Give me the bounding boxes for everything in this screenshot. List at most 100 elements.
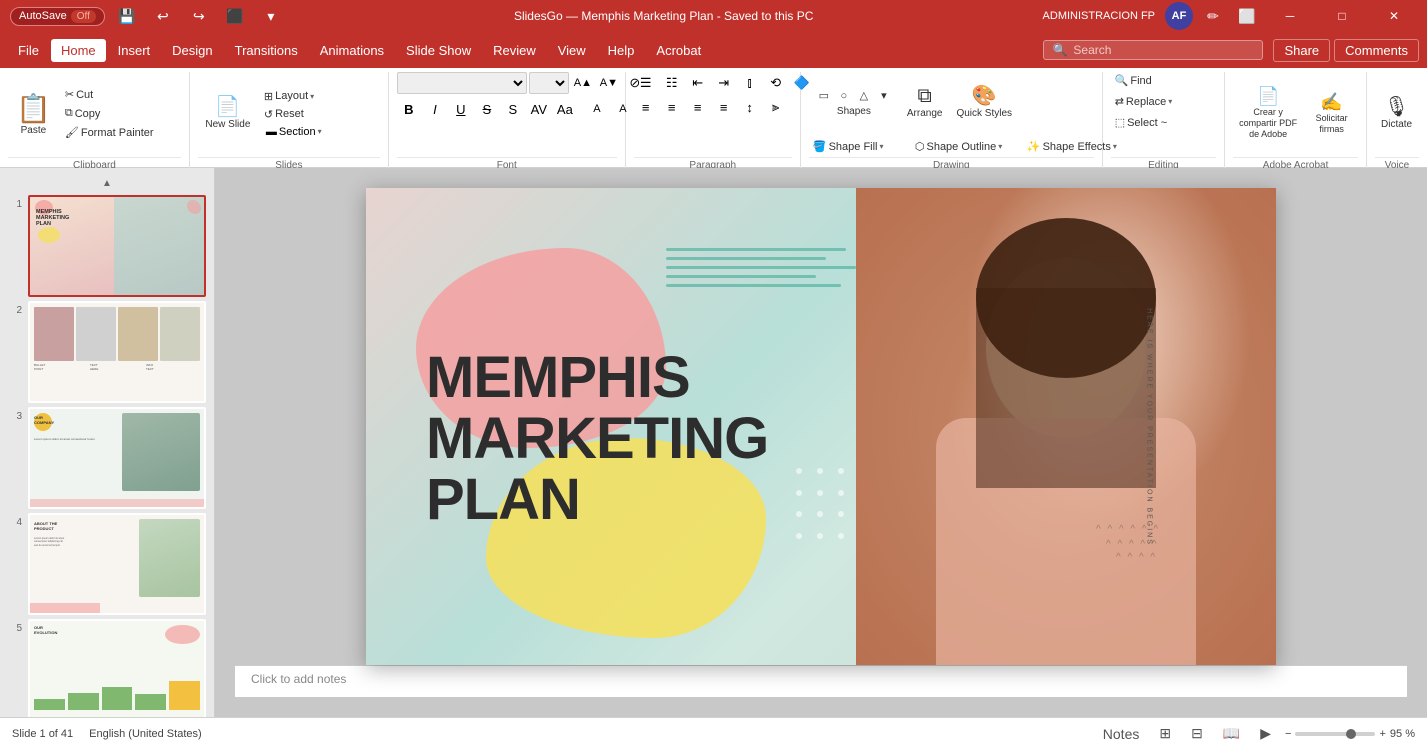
quick-styles-button[interactable]: 🎨 Quick Styles [950,72,1018,132]
slide-sorter-button[interactable]: ⊟ [1185,723,1209,744]
decrease-indent-button[interactable]: ⇤ [686,72,710,94]
arrange-button[interactable]: ⧉ Arrange [901,72,949,132]
shadow-button[interactable]: S [501,98,525,120]
slide-item-2[interactable]: 2 BULLETPOINT TEXTHERE INFOTEXT [0,301,214,403]
menu-review[interactable]: Review [483,39,546,62]
notes-bar[interactable]: Click to add notes [235,665,1407,697]
request-signatures-button[interactable]: ✍ Solicitar firmas [1305,84,1358,144]
zoom-in-icon[interactable]: + [1379,728,1385,740]
copy-button[interactable]: ⧉ Copy [61,105,181,122]
slide-item-3[interactable]: 3 OURCOMPANY Lorem ipsum dolor sit amet … [0,407,214,509]
add-remove-columns[interactable]: ⫸ [764,96,788,118]
shapes-button[interactable]: ▭ ○ △ ▾ Shapes [809,86,899,119]
menu-home[interactable]: Home [51,39,106,62]
char-spacing-button[interactable]: AV [527,98,551,120]
highlight-color-button[interactable]: A [585,98,609,120]
svg-text:^ ^ ^ ^: ^ ^ ^ ^ [1116,552,1157,562]
pen-icon[interactable]: ✏ [1199,5,1227,27]
menu-slideshow[interactable]: Slide Show [396,39,481,62]
presentation-view-button[interactable]: ⬛ [221,5,249,27]
menu-design[interactable]: Design [162,39,222,62]
avatar[interactable]: AF [1165,2,1193,30]
justify-button[interactable]: ≡ [712,96,736,118]
slide-thumb-3[interactable]: OURCOMPANY Lorem ipsum dolor sit amet co… [28,407,206,509]
customize-qat-button[interactable]: ▾ [257,5,285,27]
layout-button[interactable]: ⊞ Layout ▾ [260,88,380,105]
dictate-button[interactable]: 🎙 Dictate [1375,84,1418,144]
menu-acrobat[interactable]: Acrobat [646,39,711,62]
slide-thumb-5[interactable]: OUREVOLUTION [28,619,206,718]
search-box[interactable]: 🔍 [1043,40,1263,60]
slide-thumb-2[interactable]: BULLETPOINT TEXTHERE INFOTEXT [28,301,206,403]
text-direction-button[interactable]: ⟲ [764,72,788,94]
share-button[interactable]: Share [1273,39,1330,62]
slide-item-4[interactable]: 4 ABOUT THEPRODUCT Lorem ipsum dolor sit… [0,513,214,615]
find-button[interactable]: 🔍 Find [1111,72,1231,89]
bold-button[interactable]: B [397,98,421,120]
font-size-select[interactable] [529,72,569,94]
font-family-select[interactable] [397,72,527,94]
slideshow-button[interactable]: ▶ [1254,723,1277,744]
menu-animations[interactable]: Animations [310,39,394,62]
slide-item-1[interactable]: 1 MEMPHISMARKETINGPLAN [0,195,214,297]
zoom-control[interactable]: − + 95 % [1285,728,1415,740]
slide-canvas[interactable]: MEMPHIS MARKETING PLAN HERE IS WHERE YOU… [366,188,1276,665]
italic-button[interactable]: I [423,98,447,120]
cut-button[interactable]: ✂ Cut [61,86,181,103]
align-right-button[interactable]: ≡ [686,96,710,118]
undo-button[interactable]: ↩ [149,5,177,27]
shape-tri[interactable]: △ [855,88,873,104]
display-options-icon[interactable]: ⬜ [1233,5,1261,27]
save-button[interactable]: 💾 [113,5,141,27]
create-share-pdf-button[interactable]: 📄 Crear y compartir PDF de Adobe [1233,84,1303,144]
underline-button[interactable]: U [449,98,473,120]
slide-item-5[interactable]: 5 OUREVOLUTION [0,619,214,718]
comments-button[interactable]: Comments [1334,39,1419,62]
section-button[interactable]: ▬ Section ▾ [260,124,380,140]
new-slide-button[interactable]: 📄 New Slide [198,84,258,144]
column-button[interactable]: ⫾ [738,72,762,94]
bullets-button[interactable]: ☰ [634,72,658,94]
shape-rect[interactable]: ▭ [815,88,833,104]
menu-help[interactable]: Help [598,39,645,62]
shape-oval[interactable]: ○ [835,88,853,104]
normal-view-button[interactable]: ⊞ [1153,723,1177,744]
line-spacing-button[interactable]: ↕ [738,96,762,118]
notes-button[interactable]: Notes [1097,724,1146,744]
font-case-button[interactable]: Aa [553,98,577,120]
scroll-up-arrow[interactable]: ▲ [0,176,214,191]
select-button[interactable]: ⬚ Select ~ [1111,114,1231,131]
maximize-button[interactable]: □ [1319,0,1365,32]
slide-thumb-2-inner: BULLETPOINT TEXTHERE INFOTEXT [30,303,204,401]
autosave-pill[interactable]: AutoSave Off [10,7,105,26]
strikethrough-button[interactable]: S [475,98,499,120]
align-left-button[interactable]: ≡ [634,96,658,118]
align-center-button[interactable]: ≡ [660,96,684,118]
reading-view-button[interactable]: 📖 [1217,723,1246,744]
menu-file[interactable]: File [8,39,49,62]
shape-outline-button[interactable]: ⬡ Shape Outline ▾ [911,138,1021,155]
replace-button[interactable]: ⇄ Replace ▾ [1111,93,1231,110]
zoom-track[interactable] [1295,732,1375,736]
minimize-button[interactable]: ─ [1267,0,1313,32]
numbering-button[interactable]: ☷ [660,72,684,94]
reset-button[interactable]: ↺ Reset [260,106,380,123]
slide-thumb-4[interactable]: ABOUT THEPRODUCT Lorem ipsum dolor sit a… [28,513,206,615]
shape-fill-button[interactable]: 🪣 Shape Fill ▾ [809,138,909,155]
redo-button[interactable]: ↪ [185,5,213,27]
menu-view[interactable]: View [548,39,596,62]
slide-thumb-1[interactable]: MEMPHISMARKETINGPLAN [28,195,206,297]
paste-button[interactable]: 📋 Paste [8,88,59,140]
menu-insert[interactable]: Insert [108,39,161,62]
font-increase-button[interactable]: A▲ [571,72,595,94]
zoom-thumb[interactable] [1346,729,1356,739]
zoom-out-icon[interactable]: − [1285,728,1291,740]
increase-indent-button[interactable]: ⇥ [712,72,736,94]
autosave-toggle[interactable]: Off [71,10,96,23]
font-decrease-button[interactable]: A▼ [597,72,621,94]
format-painter-button[interactable]: 🖌 Format Painter [61,124,181,141]
search-input[interactable] [1073,43,1254,57]
menu-transitions[interactable]: Transitions [225,39,308,62]
shape-more[interactable]: ▾ [875,88,893,104]
close-button[interactable]: ✕ [1371,0,1417,32]
